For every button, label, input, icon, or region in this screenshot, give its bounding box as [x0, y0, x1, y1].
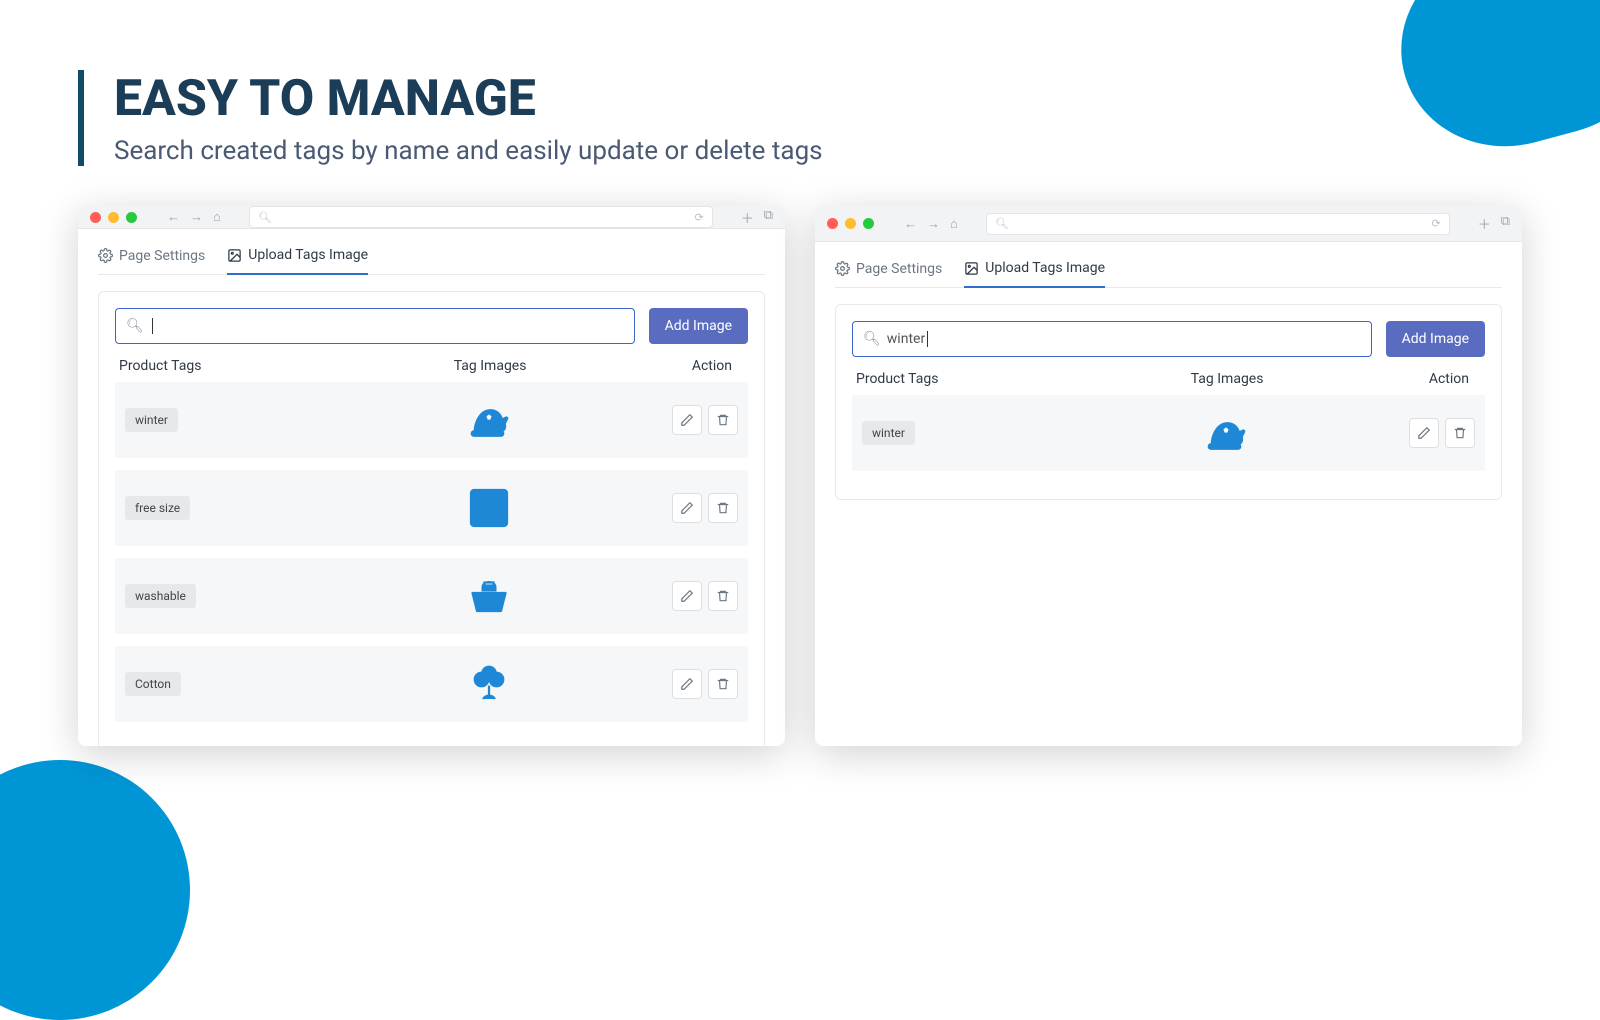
search-value: winter	[887, 331, 925, 347]
table-row: Cotton	[115, 646, 748, 722]
search-input[interactable]: 🔍︎	[115, 308, 635, 344]
gear-icon	[835, 261, 850, 276]
copy-window-icon[interactable]: ⧉	[764, 208, 773, 227]
trash-icon	[716, 413, 730, 427]
col-tag-images: Tag Images	[353, 358, 626, 374]
url-bar[interactable]: 🔍︎ ⟳	[249, 206, 713, 228]
edit-button[interactable]	[672, 405, 702, 435]
edit-button[interactable]	[672, 493, 702, 523]
tag-pill: winter	[862, 421, 915, 445]
search-icon: 🔍︎	[995, 217, 1009, 230]
col-tag-images: Tag Images	[1090, 371, 1363, 387]
tab-page-settings-label: Page Settings	[119, 248, 205, 264]
tag-pill: winter	[125, 408, 178, 432]
pencil-icon	[680, 589, 694, 603]
browser-window-left: ← → ⌂ 🔍︎ ⟳ ＋ ⧉ Page Settings	[78, 206, 785, 746]
text-cursor	[927, 331, 928, 347]
trash-icon	[1453, 426, 1467, 440]
browser-chrome: ← → ⌂ 🔍︎ ⟳ ＋ ⧉	[78, 206, 785, 229]
delete-button[interactable]	[708, 581, 738, 611]
tab-upload-tags-image[interactable]: Upload Tags Image	[227, 239, 368, 275]
add-image-button[interactable]: Add Image	[1386, 321, 1485, 357]
cotton-icon	[461, 656, 517, 712]
decorative-blob-bottom	[0, 760, 190, 1020]
search-icon: 🔍︎	[258, 211, 272, 224]
measure-icon	[461, 480, 517, 536]
nav-forward-icon[interactable]: →	[190, 209, 203, 225]
search-icon: 🔍︎	[863, 331, 881, 347]
pencil-icon	[680, 501, 694, 515]
edit-button[interactable]	[672, 581, 702, 611]
copy-window-icon[interactable]: ⧉	[1501, 214, 1510, 233]
col-action: Action	[1364, 371, 1481, 387]
pencil-icon	[680, 413, 694, 427]
table-row: winter	[852, 395, 1485, 471]
search-icon: 🔍︎	[126, 318, 144, 334]
page-subtitle: Search created tags by name and easily u…	[114, 136, 1522, 166]
window-close-dot[interactable]	[827, 218, 838, 229]
delete-button[interactable]	[708, 405, 738, 435]
image-icon	[964, 261, 979, 276]
trash-icon	[716, 501, 730, 515]
url-bar[interactable]: 🔍︎ ⟳	[986, 213, 1450, 235]
tag-pill: free size	[125, 496, 190, 520]
delete-button[interactable]	[708, 669, 738, 699]
trash-icon	[716, 589, 730, 603]
tab-page-settings-label: Page Settings	[856, 261, 942, 277]
refresh-icon[interactable]: ⟳	[1431, 217, 1440, 230]
nav-back-icon[interactable]: ←	[167, 209, 180, 225]
nav-forward-icon[interactable]: →	[927, 216, 940, 232]
browser-window-right: ← → ⌂ 🔍︎ ⟳ ＋ ⧉ Page Settings	[815, 206, 1522, 746]
pencil-icon	[680, 677, 694, 691]
new-tab-icon[interactable]: ＋	[741, 208, 754, 227]
trash-icon	[716, 677, 730, 691]
tag-pill: washable	[125, 584, 196, 608]
col-action: Action	[627, 358, 744, 374]
tab-upload-label: Upload Tags Image	[248, 247, 368, 263]
page-title: EASY TO MANAGE	[114, 70, 1522, 128]
window-min-dot[interactable]	[108, 212, 119, 223]
add-image-button[interactable]: Add Image	[649, 308, 748, 344]
window-max-dot[interactable]	[126, 212, 137, 223]
image-icon	[227, 248, 242, 263]
nav-home-icon[interactable]: ⌂	[213, 209, 221, 225]
new-tab-icon[interactable]: ＋	[1478, 214, 1491, 233]
col-product-tags: Product Tags	[856, 371, 1090, 387]
gear-icon	[98, 248, 113, 263]
santa-hat-icon	[1198, 405, 1254, 461]
delete-button[interactable]	[708, 493, 738, 523]
table-row: free size	[115, 470, 748, 546]
pencil-icon	[1417, 426, 1431, 440]
col-product-tags: Product Tags	[119, 358, 353, 374]
nav-back-icon[interactable]: ←	[904, 216, 917, 232]
wash-icon	[461, 568, 517, 624]
tags-card: 🔍︎ Add Image Product Tags Tag Images Act…	[98, 291, 765, 746]
search-input[interactable]: 🔍︎ winter	[852, 321, 1372, 357]
santa-hat-icon	[461, 392, 517, 448]
delete-button[interactable]	[1445, 418, 1475, 448]
tags-card: 🔍︎ winter Add Image Product Tags Tag Ima…	[835, 304, 1502, 500]
nav-home-icon[interactable]: ⌂	[950, 216, 958, 232]
refresh-icon[interactable]: ⟳	[694, 211, 703, 224]
tab-page-settings[interactable]: Page Settings	[98, 239, 205, 274]
window-min-dot[interactable]	[845, 218, 856, 229]
table-row: washable	[115, 558, 748, 634]
tab-upload-tags-image[interactable]: Upload Tags Image	[964, 252, 1105, 288]
browser-chrome: ← → ⌂ 🔍︎ ⟳ ＋ ⧉	[815, 206, 1522, 242]
text-cursor	[152, 318, 153, 334]
table-row: winter	[115, 382, 748, 458]
tab-upload-label: Upload Tags Image	[985, 260, 1105, 276]
edit-button[interactable]	[672, 669, 702, 699]
tab-page-settings[interactable]: Page Settings	[835, 252, 942, 287]
tag-pill: Cotton	[125, 672, 181, 696]
window-close-dot[interactable]	[90, 212, 101, 223]
edit-button[interactable]	[1409, 418, 1439, 448]
window-max-dot[interactable]	[863, 218, 874, 229]
